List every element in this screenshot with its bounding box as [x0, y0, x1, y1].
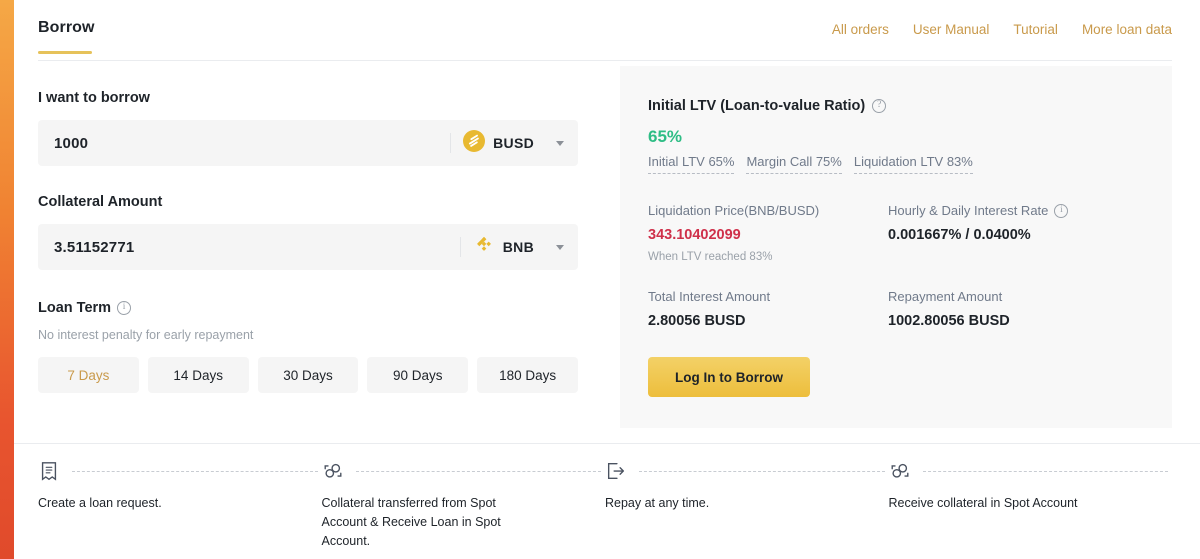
- repayment-label: Repayment Amount: [888, 289, 1003, 304]
- liquidation-price-value: 343.10402099: [648, 227, 741, 243]
- info-icon[interactable]: i: [1054, 204, 1069, 218]
- loan-summary-panel: Initial LTV (Loan-to-value Ratio) ? 65% …: [620, 66, 1172, 428]
- busd-coin-icon: [463, 129, 486, 157]
- liquidation-price-note: When LTV reached 83%: [648, 251, 773, 263]
- tab-borrow[interactable]: Borrow: [38, 18, 95, 38]
- borrow-amount-input[interactable]: 1000 BUSD: [38, 120, 578, 166]
- header-links: All orders User Manual Tutorial More loa…: [832, 21, 1172, 39]
- collateral-amount-input[interactable]: 3.51152771 BNB: [38, 224, 578, 270]
- loan-term-label-text: Loan Term: [38, 300, 112, 316]
- log-in-to-borrow-button[interactable]: Log In to Borrow: [648, 357, 810, 397]
- loan-term-label: Loan Term i: [38, 298, 578, 318]
- step-connector: [639, 471, 885, 472]
- steps-divider: [14, 443, 1200, 444]
- transfer-circles-icon: [889, 460, 911, 482]
- info-icon[interactable]: i: [117, 301, 132, 315]
- step-connector: [922, 471, 1168, 472]
- step-text: Create a loan request.: [38, 496, 162, 510]
- step-connector: [355, 471, 601, 472]
- borrow-page: Borrow All orders User Manual Tutorial M…: [0, 0, 1200, 559]
- liquidation-price-metric: Liquidation Price(BNB/BUSD) 343.10402099…: [648, 202, 888, 265]
- borrow-asset-selector[interactable]: BUSD: [463, 129, 564, 157]
- collateral-asset-selector[interactable]: BNB: [473, 234, 564, 261]
- page-header: Borrow All orders User Manual Tutorial M…: [38, 18, 1172, 60]
- total-interest-label: Total Interest Amount: [648, 289, 771, 304]
- bnb-coin-icon: [473, 234, 495, 261]
- metrics-grid: Liquidation Price(BNB/BUSD) 343.10402099…: [648, 202, 1172, 331]
- borrow-amount-field: I want to borrow 1000 BUSD: [38, 88, 578, 166]
- term-option-7-days[interactable]: 7 Days: [38, 357, 139, 393]
- step-text: Repay at any time.: [605, 496, 710, 510]
- term-option-30-days[interactable]: 30 Days: [257, 357, 359, 393]
- step-receive-collateral: Receive collateral in Spot Account: [889, 460, 1173, 551]
- interest-rate-label-text: Hourly & Daily Interest Rate: [888, 203, 1049, 218]
- repayment-metric: Repayment Amount 1002.80056 BUSD: [888, 288, 1172, 331]
- step-text: Receive collateral in Spot Account: [888, 496, 1078, 510]
- link-all-orders[interactable]: All orders: [832, 21, 889, 39]
- chevron-down-icon: [556, 244, 564, 250]
- initial-ltv-title-text: Initial LTV (Loan-to-value Ratio): [648, 98, 866, 114]
- ltv-legend-liquidation[interactable]: Liquidation LTV 83%: [853, 152, 973, 174]
- term-option-14-days[interactable]: 14 Days: [147, 357, 249, 393]
- initial-ltv-value: 65%: [648, 127, 683, 146]
- repayment-value: 1002.80056 BUSD: [888, 313, 1010, 329]
- borrow-amount-value: 1000: [54, 134, 89, 152]
- process-steps: Create a loan request. Collateral transf…: [38, 460, 1172, 551]
- term-option-180-days[interactable]: 180 Days: [477, 357, 578, 393]
- divider: [459, 237, 461, 257]
- chevron-down-icon: [556, 140, 564, 146]
- step-create-loan-request: Create a loan request.: [38, 460, 322, 551]
- step-repay: Repay at any time.: [605, 460, 889, 551]
- collateral-amount-value: 3.51152771: [54, 238, 135, 256]
- ltv-legend-initial[interactable]: Initial LTV 65%: [648, 152, 735, 174]
- loan-term-field: Loan Term i No interest penalty for earl…: [38, 298, 578, 393]
- interest-rate-label: Hourly & Daily Interest Rate i: [888, 202, 1172, 220]
- borrow-form: I want to borrow 1000 BUSD Collateral Am…: [38, 88, 578, 393]
- initial-ltv-title: Initial LTV (Loan-to-value Ratio) ?: [648, 96, 1172, 116]
- ltv-legend: Initial LTV 65% Margin Call 75% Liquidat…: [648, 152, 1172, 174]
- step-collateral-transfer: Collateral transferred from Spot Account…: [322, 460, 606, 551]
- term-option-90-days[interactable]: 90 Days: [367, 357, 469, 393]
- left-accent-strip: [0, 0, 14, 559]
- header-divider: [38, 60, 1172, 61]
- transfer-circles-icon: [322, 460, 344, 482]
- loan-term-hint: No interest penalty for early repayment: [38, 328, 254, 342]
- collateral-amount-label: Collateral Amount: [38, 194, 163, 210]
- question-icon[interactable]: ?: [872, 99, 887, 113]
- collateral-amount-field: Collateral Amount 3.51152771 BNB: [38, 192, 578, 270]
- step-text: Collateral transferred from Spot Account…: [321, 496, 501, 548]
- interest-rate-value: 0.001667% / 0.0400%: [888, 227, 1031, 243]
- liquidation-price-label: Liquidation Price(BNB/BUSD): [648, 203, 820, 218]
- link-more-loan-data[interactable]: More loan data: [1082, 21, 1172, 39]
- tab-active-underline: [38, 51, 92, 54]
- interest-rate-metric: Hourly & Daily Interest Rate i 0.001667%…: [888, 202, 1172, 265]
- borrow-amount-label: I want to borrow: [38, 90, 150, 106]
- loan-term-options: 7 Days 14 Days 30 Days 90 Days 180 Days: [38, 357, 578, 393]
- link-tutorial[interactable]: Tutorial: [1013, 21, 1058, 39]
- total-interest-value: 2.80056 BUSD: [648, 313, 746, 329]
- tab-borrow-label: Borrow: [38, 19, 95, 36]
- total-interest-metric: Total Interest Amount 2.80056 BUSD: [648, 288, 888, 331]
- loan-request-document-icon: [38, 460, 60, 482]
- step-connector: [72, 471, 318, 472]
- repay-export-icon: [605, 460, 627, 482]
- ltv-legend-margin-call[interactable]: Margin Call 75%: [746, 152, 842, 174]
- borrow-asset-name: BUSD: [493, 135, 534, 151]
- collateral-asset-name: BNB: [502, 239, 534, 255]
- link-user-manual[interactable]: User Manual: [913, 21, 990, 39]
- divider: [450, 133, 452, 153]
